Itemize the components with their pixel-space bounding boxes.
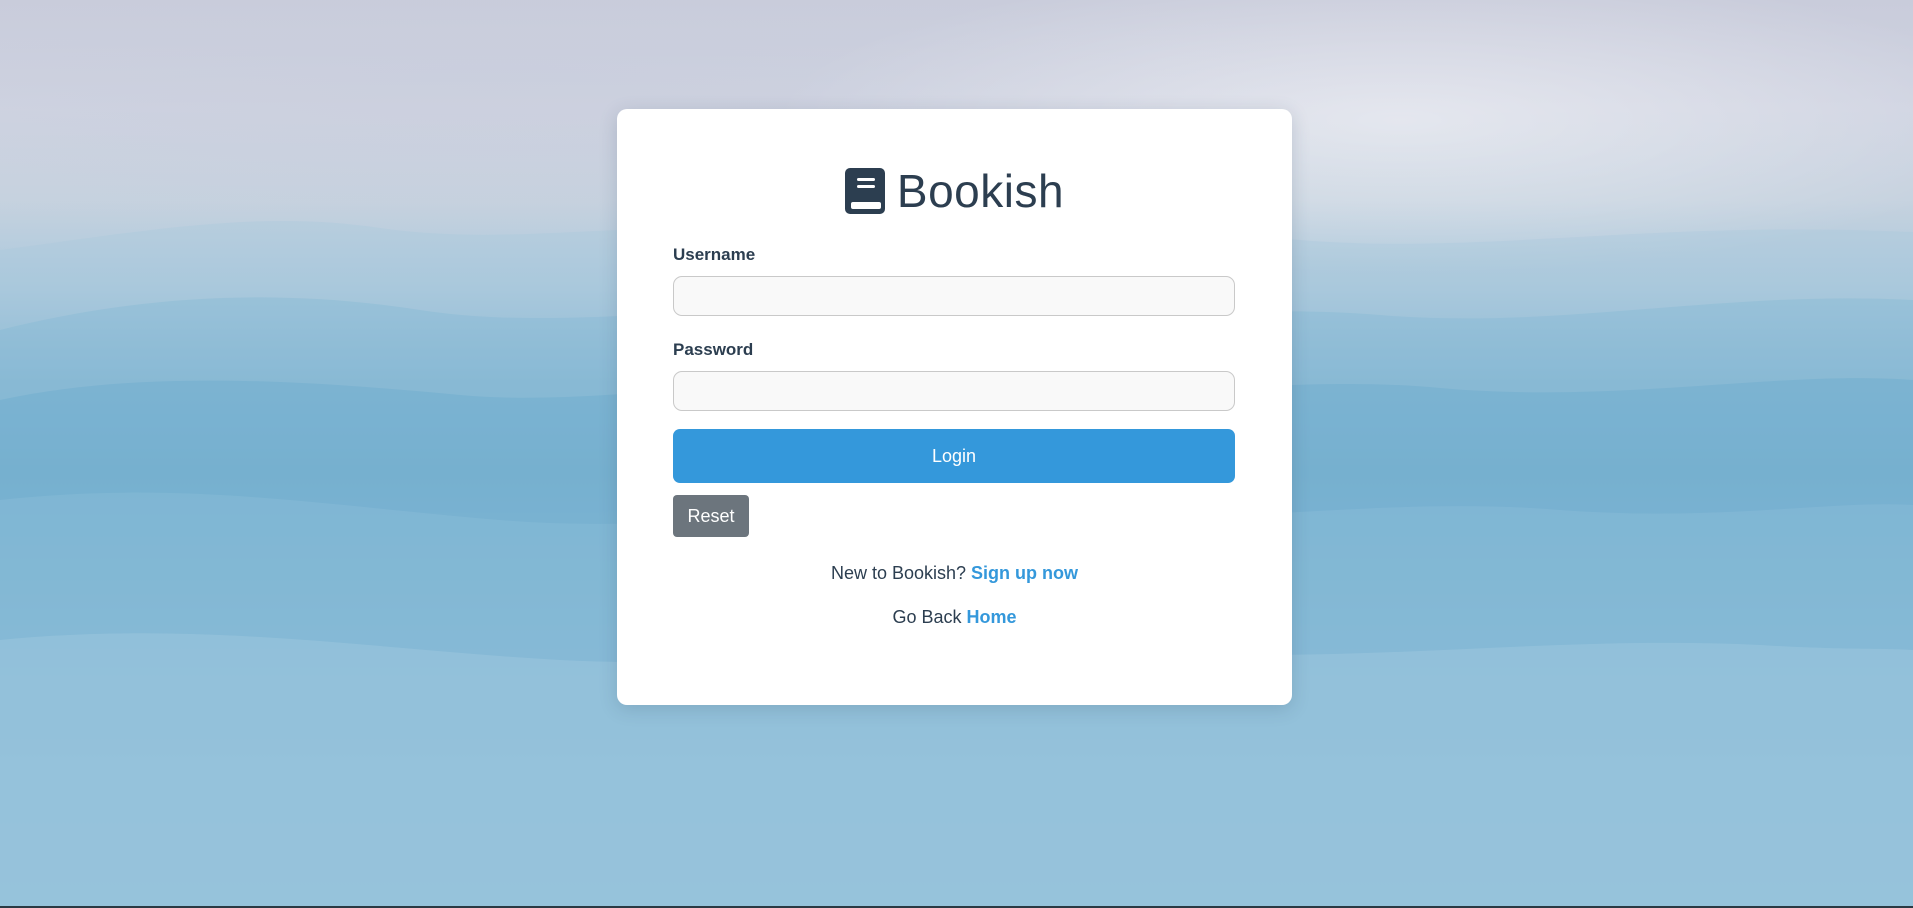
home-prompt: Go Back	[892, 607, 962, 627]
password-label: Password	[673, 340, 754, 359]
home-line: Go Back Home	[673, 607, 1236, 628]
reset-button[interactable]: Reset	[673, 495, 749, 537]
signup-line: New to Bookish? Sign up now	[673, 563, 1236, 584]
login-card: Bookish Username Password Login Reset Ne…	[617, 109, 1292, 705]
brand-title: Bookish	[896, 165, 1065, 217]
password-input[interactable]	[673, 371, 1235, 411]
username-label: Username	[673, 245, 756, 264]
book-icon	[844, 168, 885, 214]
signup-link[interactable]: Sign up now	[971, 563, 1078, 583]
username-input[interactable]	[673, 276, 1235, 316]
brand-header: Bookish	[673, 165, 1236, 217]
signup-prompt: New to Bookish?	[830, 563, 967, 583]
home-link[interactable]: Home	[967, 607, 1017, 627]
login-button[interactable]: Login	[673, 429, 1235, 483]
